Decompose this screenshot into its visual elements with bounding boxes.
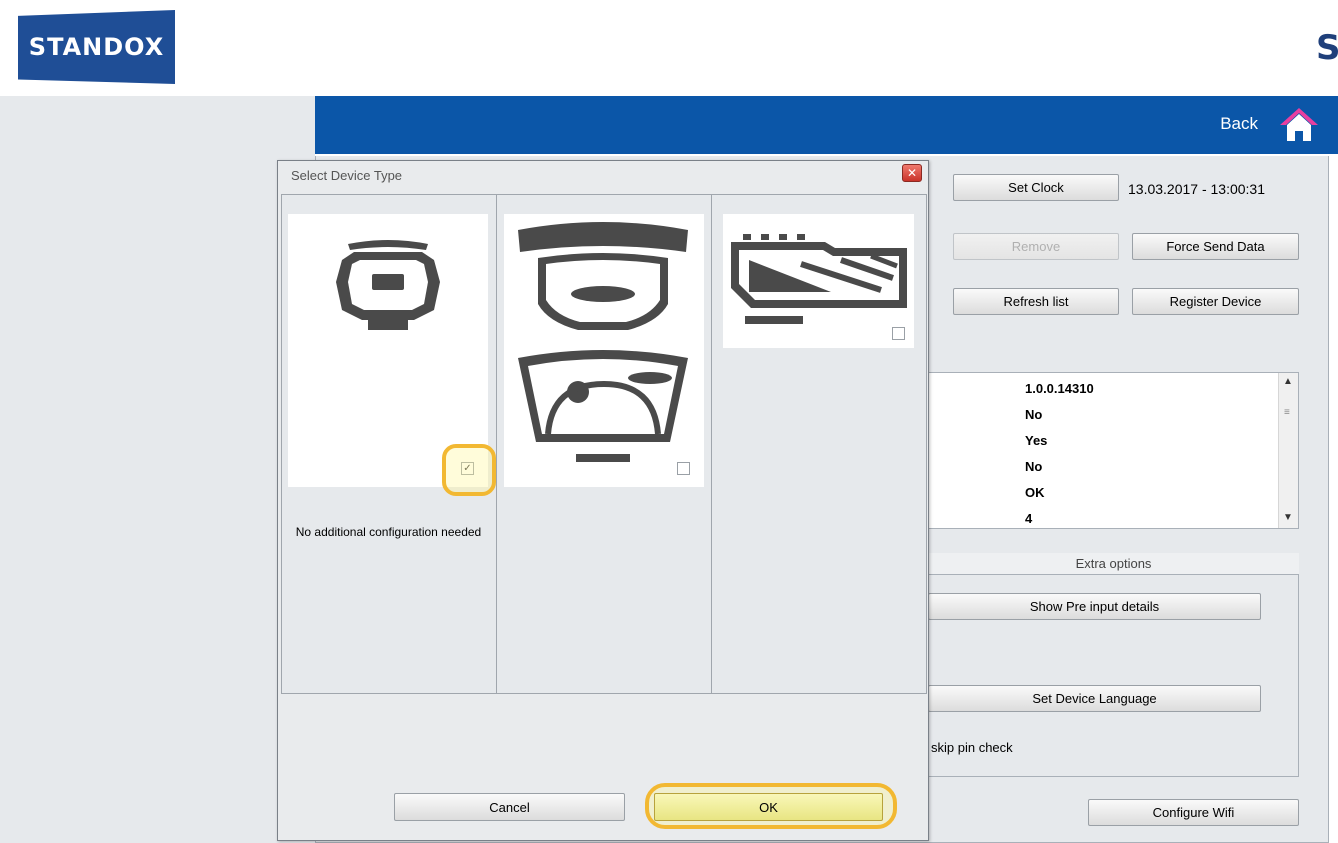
info-value: OK xyxy=(1025,485,1045,500)
extra-options-header: Extra options xyxy=(928,553,1299,575)
list-scrollbar[interactable]: ▲ ≡ ▼ xyxy=(1278,373,1298,528)
column-divider xyxy=(711,194,712,694)
ok-button[interactable]: OK xyxy=(654,793,883,821)
force-send-data-button[interactable]: Force Send Data xyxy=(1132,233,1299,260)
corner-logo-fragment: S xyxy=(1316,28,1338,68)
info-value: No xyxy=(1025,459,1043,474)
skip-pin-check-label: skip pin check xyxy=(931,740,1013,755)
standox-logo: STANDOX xyxy=(18,10,175,84)
header-bar xyxy=(315,96,1338,154)
info-value: 4 xyxy=(1025,511,1033,526)
scroll-down-icon[interactable]: ▼ xyxy=(1283,512,1293,523)
back-link[interactable]: Back xyxy=(1220,114,1258,134)
spectro-device-icon xyxy=(731,234,907,324)
refresh-list-button[interactable]: Refresh list xyxy=(953,288,1119,315)
scroll-up-icon[interactable]: ▲ xyxy=(1283,376,1293,387)
scroll-grip-icon[interactable]: ≡ xyxy=(1284,407,1290,418)
info-value: No xyxy=(1025,407,1043,422)
home-icon[interactable] xyxy=(1278,104,1320,146)
clock-value: 13.03.2017 - 13:00:31 xyxy=(1128,181,1266,197)
cancel-button[interactable]: Cancel xyxy=(394,793,625,821)
highlight-marker xyxy=(442,444,496,496)
handheld-device-icon xyxy=(336,240,440,330)
show-pre-input-details-button[interactable]: Show Pre input details xyxy=(928,593,1261,620)
logo-text: STANDOX xyxy=(28,33,165,61)
remove-button[interactable]: Remove xyxy=(953,233,1119,260)
set-clock-button[interactable]: Set Clock xyxy=(953,174,1119,201)
device-info-list[interactable]: 1.0.0.14310 No Yes No OK 4 ▲ ≡ ▼ xyxy=(928,372,1299,529)
device-option-scale[interactable] xyxy=(504,214,704,487)
info-value: Yes xyxy=(1025,433,1048,448)
configure-wifi-button[interactable]: Configure Wifi xyxy=(1088,799,1299,826)
dialog-title: Select Device Type xyxy=(291,168,403,183)
set-device-language-button[interactable]: Set Device Language xyxy=(928,685,1261,712)
left-sidebar xyxy=(0,96,315,843)
column-divider xyxy=(496,194,497,694)
close-icon[interactable]: ✕ xyxy=(902,164,922,182)
device-caption: No additional configuration needed xyxy=(295,525,482,539)
register-device-button[interactable]: Register Device xyxy=(1132,288,1299,315)
info-value: 1.0.0.14310 xyxy=(1025,381,1094,396)
scale-device-icon xyxy=(518,222,688,462)
device-checkbox-spectro[interactable] xyxy=(892,327,905,340)
device-option-spectro[interactable] xyxy=(723,214,914,348)
device-checkbox-scale[interactable] xyxy=(677,462,690,475)
